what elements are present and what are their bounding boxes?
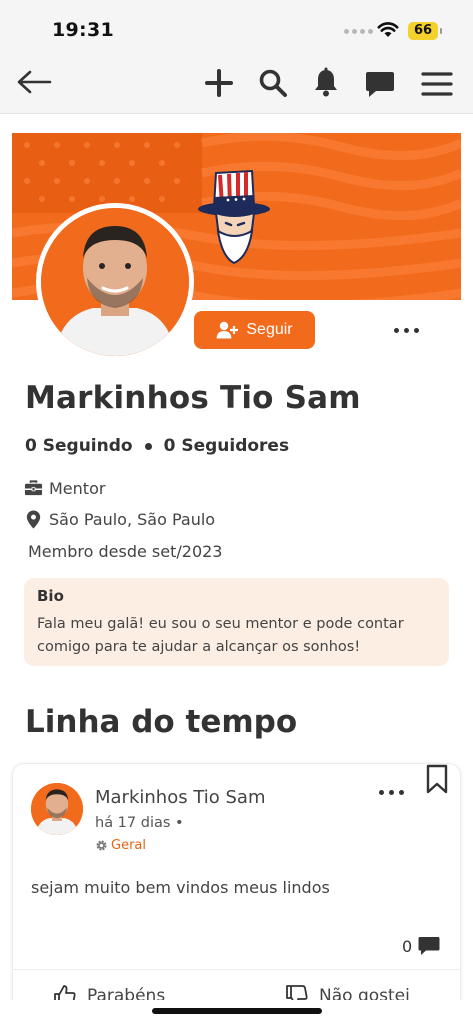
menu-icon[interactable]	[421, 71, 453, 97]
top-navigation	[0, 50, 473, 114]
member-since-label: Membro desde set/2023	[28, 542, 223, 561]
wifi-icon	[377, 22, 399, 37]
followers-count[interactable]: 0 Seguidores	[164, 436, 290, 456]
profile-avatar[interactable]	[36, 203, 194, 361]
gear-icon	[96, 840, 107, 851]
home-indicator[interactable]	[152, 1008, 322, 1014]
role-row: Mentor	[24, 479, 105, 498]
status-bar: 19:31 66	[0, 0, 473, 50]
chat-icon[interactable]	[365, 70, 395, 98]
battery-indicator: 66	[408, 22, 438, 40]
post-category[interactable]: Geral	[95, 838, 146, 853]
location-row: São Paulo, São Paulo	[24, 510, 215, 529]
briefcase-icon	[24, 480, 43, 496]
comment-count-value: 0	[402, 936, 413, 956]
follow-stats: 0 Seguindo 0 Seguidores	[25, 436, 289, 456]
member-since-row: Membro desde set/2023	[28, 542, 222, 561]
bell-icon[interactable]	[312, 67, 340, 97]
search-icon[interactable]	[258, 68, 288, 98]
following-count[interactable]: 0 Seguindo	[25, 436, 133, 456]
plus-icon[interactable]	[205, 69, 233, 97]
bio-title: Bio	[37, 587, 64, 605]
profile-name: Markinhos Tio Sam	[25, 380, 361, 416]
post-body-text: sejam muito bem vindos meus lindos	[31, 878, 330, 897]
comment-icon	[418, 937, 440, 955]
post-card: Markinhos Tio Sam há 17 dias • Geral sej…	[12, 763, 461, 1023]
user-plus-icon	[216, 321, 239, 339]
bio-text: Fala meu galã! eu sou o seu mentor e pod…	[37, 616, 404, 655]
role-label: Mentor	[49, 479, 106, 498]
profile-more-options-icon[interactable]	[394, 328, 419, 333]
location-pin-icon	[26, 510, 41, 529]
timeline-title: Linha do tempo	[25, 704, 298, 740]
post-category-label: Geral	[111, 838, 146, 853]
bio-box: Bio Fala meu galã! eu sou o seu mentor e…	[24, 578, 449, 666]
comment-count[interactable]: 0	[402, 936, 440, 956]
post-timestamp: há 17 dias •	[95, 815, 184, 831]
post-author-name[interactable]: Markinhos Tio Sam	[95, 787, 265, 808]
follow-button-label: Seguir	[246, 321, 293, 338]
back-arrow-icon[interactable]	[15, 67, 53, 97]
post-avatar-photo	[31, 783, 83, 835]
follow-button[interactable]: Seguir	[194, 311, 315, 349]
post-more-options-icon[interactable]	[379, 790, 404, 795]
post-author-avatar[interactable]	[31, 783, 83, 835]
separator-dot	[144, 442, 152, 450]
bookmark-icon[interactable]	[424, 764, 450, 794]
signal-icon	[344, 29, 373, 34]
avatar-photo	[41, 208, 189, 356]
battery-tip	[440, 28, 442, 34]
status-time: 19:31	[52, 19, 114, 41]
location-label: São Paulo, São Paulo	[49, 510, 216, 529]
